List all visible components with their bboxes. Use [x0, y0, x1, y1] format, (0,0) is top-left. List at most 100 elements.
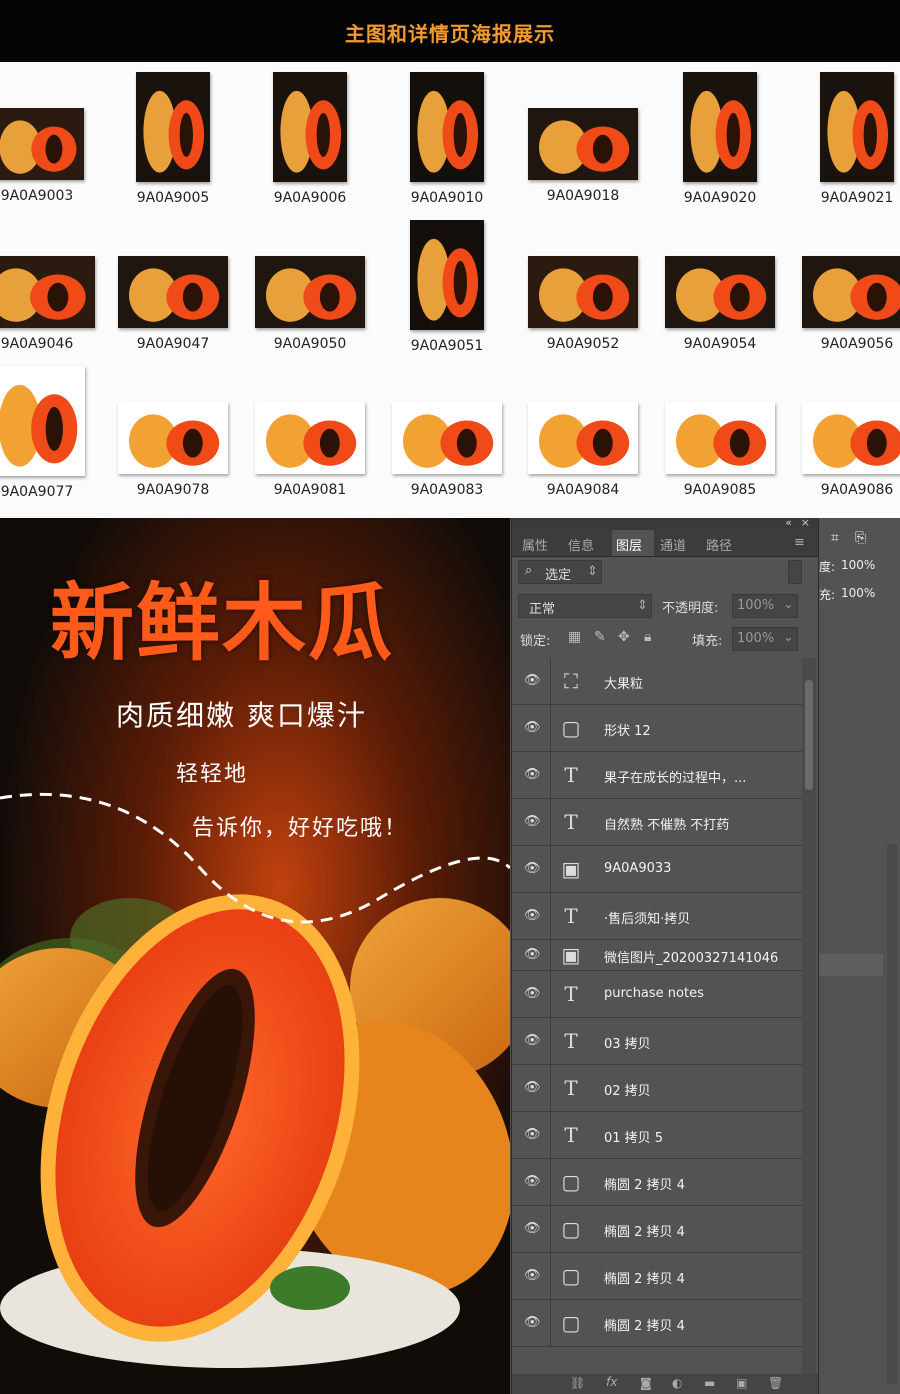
layers-scrollbar[interactable]: [802, 658, 816, 1378]
thumbnail-item[interactable]: 9A0A9006: [245, 68, 375, 214]
layer-row[interactable]: 👁︎ T 自然熟 不催熟 不打药: [512, 799, 802, 846]
tab-paths[interactable]: 路径: [706, 535, 732, 554]
fill-input[interactable]: 100% ⌄: [732, 627, 798, 651]
layer-row[interactable]: 👁︎ T 01 拷贝 5: [512, 1112, 802, 1159]
thumbnail-image[interactable]: [136, 72, 210, 182]
thumbnail-item[interactable]: 9A0A9005: [108, 68, 238, 214]
thumbnail-item[interactable]: 9A0A9078: [108, 362, 238, 508]
collapse-icon[interactable]: «: [785, 516, 792, 529]
layer-row[interactable]: 👁︎ ▢ 椭圆 2 拷贝 4: [512, 1300, 802, 1347]
eye-icon[interactable]: 👁︎: [524, 947, 541, 963]
layer-row[interactable]: 👁︎ ▢ 形状 12: [512, 705, 802, 752]
eye-icon[interactable]: 👁︎: [524, 1033, 541, 1049]
thumbnail-image[interactable]: [683, 72, 757, 182]
thumbnail-item[interactable]: 9A0A9003: [0, 68, 102, 214]
thumbnail-item[interactable]: 9A0A9020: [655, 68, 785, 214]
eye-icon[interactable]: 👁︎: [524, 1315, 541, 1331]
thumbnail-image[interactable]: [665, 402, 775, 474]
frame-icon[interactable]: ⌗: [831, 530, 839, 546]
tab-channels[interactable]: 通道: [660, 535, 686, 554]
fx-icon[interactable]: fx: [606, 1375, 617, 1389]
thumbnail-image[interactable]: [118, 256, 228, 328]
mask-icon[interactable]: ◙: [640, 1376, 652, 1390]
new-layer-icon[interactable]: ▣: [736, 1376, 747, 1390]
blend-mode-select[interactable]: 正常 ⇕: [518, 594, 652, 618]
thumbnail-image[interactable]: [528, 108, 638, 180]
link-icon[interactable]: ⛓: [570, 1376, 585, 1390]
layer-row[interactable]: 👁︎ Tpurchase notes: [512, 971, 802, 1018]
thumbnail-item[interactable]: 9A0A9081: [245, 362, 375, 508]
thumbnail-image[interactable]: [255, 402, 365, 474]
tab-layers[interactable]: 图层: [616, 535, 642, 554]
layer-row[interactable]: 👁︎ ▢ 椭圆 2 拷贝 4: [512, 1253, 802, 1300]
layer-row[interactable]: 👁︎ ▣ 9A0A9033: [512, 846, 802, 893]
scrollbar-thumb[interactable]: [805, 680, 813, 790]
thumbnail-item[interactable]: 9A0A9084: [518, 362, 648, 508]
lock-icon[interactable]: 🔒︎: [644, 629, 651, 645]
folder-icon[interactable]: ▬: [704, 1376, 715, 1390]
eye-icon[interactable]: 👁︎: [524, 861, 541, 877]
thumbnail-image[interactable]: [410, 72, 484, 182]
thumbnail-item[interactable]: 9A0A9046: [0, 216, 102, 362]
layer-row[interactable]: 👁︎ ▣ 微信图片_20200327141046: [512, 940, 802, 971]
thumbnail-image[interactable]: [802, 402, 900, 474]
thumbnail-image[interactable]: [255, 256, 365, 328]
thumbnail-item[interactable]: 9A0A9051: [382, 216, 512, 362]
eye-icon[interactable]: 👁︎: [524, 673, 541, 689]
eye-icon[interactable]: 👁︎: [524, 1174, 541, 1190]
panel-menu-icon[interactable]: ≡: [794, 535, 805, 550]
layer-row[interactable]: 👁︎ T 果子在成长的过程中，...: [512, 752, 802, 799]
thumbnail-item[interactable]: 9A0A9010: [382, 68, 512, 214]
thumbnail-item[interactable]: 9A0A9021: [792, 68, 900, 214]
layer-filter-select[interactable]: ⌕ 选定 ⇕: [518, 560, 602, 584]
thumbnail-image[interactable]: [0, 366, 85, 476]
thumbnail-item[interactable]: 9A0A9085: [655, 362, 785, 508]
thumbnail-item[interactable]: 9A0A9086: [792, 362, 900, 508]
opacity-input[interactable]: 100% ⌄: [732, 594, 798, 618]
thumbnail-image[interactable]: [528, 256, 638, 328]
thumbnail-image[interactable]: [820, 72, 894, 182]
layer-row[interactable]: 👁︎ ⛶ 大果粒: [512, 658, 802, 705]
thumbnail-image[interactable]: [665, 256, 775, 328]
eye-icon[interactable]: 👁︎: [524, 720, 541, 736]
layer-row[interactable]: 👁︎ ▢ 椭圆 2 拷贝 4: [512, 1206, 802, 1253]
thumbnail-item[interactable]: 9A0A9050: [245, 216, 375, 362]
save-icon[interactable]: ⎘: [855, 530, 866, 546]
eye-icon[interactable]: 👁︎: [524, 1080, 541, 1096]
eye-icon[interactable]: 👁︎: [524, 986, 541, 1002]
eye-icon[interactable]: 👁︎: [524, 1221, 541, 1237]
thumbnail-item[interactable]: 9A0A9077: [0, 362, 102, 508]
tab-properties[interactable]: 属性: [522, 535, 548, 554]
lock-pixels-icon[interactable]: ▦: [568, 629, 581, 645]
close-icon[interactable]: ×: [801, 516, 810, 529]
thumbnail-image[interactable]: [802, 256, 900, 328]
thumbnail-image[interactable]: [392, 402, 502, 474]
layer-row[interactable]: 👁︎ T 03 拷贝: [512, 1018, 802, 1065]
thumbnail-image[interactable]: [0, 256, 95, 328]
filter-toggle[interactable]: [788, 560, 802, 584]
thumbnail-item[interactable]: 9A0A9052: [518, 216, 648, 362]
thumbnail-item[interactable]: 9A0A9018: [518, 68, 648, 214]
thumbnail-image[interactable]: [528, 402, 638, 474]
eye-icon[interactable]: 👁︎: [524, 814, 541, 830]
brush-icon[interactable]: ✎: [594, 629, 606, 645]
thumbnail-image[interactable]: [273, 72, 347, 182]
thumbnail-item[interactable]: 9A0A9083: [382, 362, 512, 508]
thumbnail-item[interactable]: 9A0A9054: [655, 216, 785, 362]
thumbnail-image[interactable]: [410, 220, 484, 330]
eye-icon[interactable]: 👁︎: [524, 908, 541, 924]
adjustment-icon[interactable]: ◐: [672, 1376, 682, 1390]
eye-icon[interactable]: 👁︎: [524, 1268, 541, 1284]
trash-icon[interactable]: 🗑︎: [768, 1376, 783, 1390]
thumbnail-item[interactable]: 9A0A9056: [792, 216, 900, 362]
layer-row[interactable]: 👁︎ T ·售后须知·拷贝: [512, 893, 802, 940]
thumbnail-item[interactable]: 9A0A9047: [108, 216, 238, 362]
thumbnail-image[interactable]: [118, 402, 228, 474]
thumbnail-image[interactable]: [0, 108, 84, 180]
layer-row[interactable]: 👁︎ T 02 拷贝: [512, 1065, 802, 1112]
strip-scrollbar[interactable]: [887, 844, 897, 1384]
eye-icon[interactable]: 👁︎: [524, 1127, 541, 1143]
tab-info[interactable]: 信息: [568, 535, 594, 554]
move-icon[interactable]: ✥: [618, 629, 630, 645]
layer-row[interactable]: 👁︎ ▢ 椭圆 2 拷贝 4: [512, 1159, 802, 1206]
